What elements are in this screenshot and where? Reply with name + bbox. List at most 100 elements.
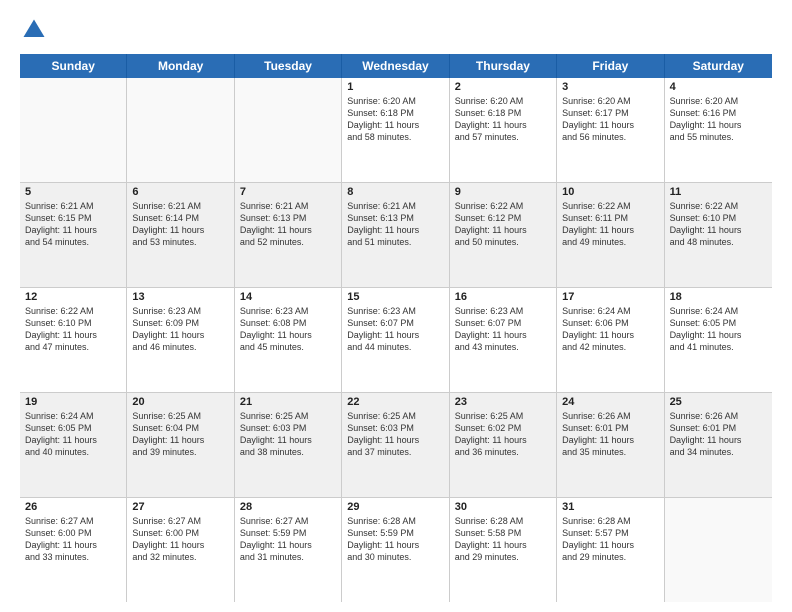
cell-info: Sunrise: 6:21 AMSunset: 6:15 PMDaylight:… bbox=[25, 200, 121, 249]
calendar-cell: 31 Sunrise: 6:28 AMSunset: 5:57 PMDayligh… bbox=[557, 498, 664, 602]
calendar-cell: 10 Sunrise: 6:22 AMSunset: 6:11 PMDayligh… bbox=[557, 183, 664, 287]
cell-info: Sunrise: 6:25 AMSunset: 6:03 PMDaylight:… bbox=[347, 410, 443, 459]
calendar-cell: 17Sunrise: 6:24 AMSunset: 6:06 PMDayligh… bbox=[557, 288, 664, 392]
cell-info: Sunrise: 6:21 AMSunset: 6:14 PMDaylight:… bbox=[132, 200, 228, 249]
calendar-cell: 25 Sunrise: 6:26 AMSunset: 6:01 PMDayligh… bbox=[665, 393, 772, 497]
calendar-cell: 11 Sunrise: 6:22 AMSunset: 6:10 PMDayligh… bbox=[665, 183, 772, 287]
calendar-cell: 6 Sunrise: 6:21 AMSunset: 6:14 PMDaylight… bbox=[127, 183, 234, 287]
day-number: 11 bbox=[670, 186, 767, 198]
cell-info: Sunrise: 6:28 AMSunset: 5:57 PMDaylight:… bbox=[562, 515, 658, 564]
logo-icon bbox=[20, 16, 48, 44]
cell-info: Sunrise: 6:28 AMSunset: 5:59 PMDaylight:… bbox=[347, 515, 443, 564]
calendar-week-2: 5 Sunrise: 6:21 AMSunset: 6:15 PMDaylight… bbox=[20, 183, 772, 288]
day-number: 22 bbox=[347, 396, 443, 408]
day-number: 31 bbox=[562, 501, 658, 513]
calendar-cell: 24 Sunrise: 6:26 AMSunset: 6:01 PMDayligh… bbox=[557, 393, 664, 497]
day-number: 25 bbox=[670, 396, 767, 408]
calendar-cell: 21 Sunrise: 6:25 AMSunset: 6:03 PMDayligh… bbox=[235, 393, 342, 497]
header-day-sunday: Sunday bbox=[20, 54, 127, 78]
calendar-cell: 8Sunrise: 6:21 AMSunset: 6:13 PMDaylight… bbox=[342, 183, 449, 287]
day-number: 20 bbox=[132, 396, 228, 408]
day-number: 12 bbox=[25, 291, 121, 303]
calendar-week-3: 12Sunrise: 6:22 AMSunset: 6:10 PMDayligh… bbox=[20, 288, 772, 393]
page: SundayMondayTuesdayWednesdayThursdayFrid… bbox=[0, 0, 792, 612]
cell-info: Sunrise: 6:21 AMSunset: 6:13 PMDaylight:… bbox=[347, 200, 443, 249]
cell-info: Sunrise: 6:23 AMSunset: 6:09 PMDaylight:… bbox=[132, 305, 228, 354]
calendar-cell: 28 Sunrise: 6:27 AMSunset: 5:59 PMDayligh… bbox=[235, 498, 342, 602]
day-number: 24 bbox=[562, 396, 658, 408]
calendar-cell bbox=[20, 78, 127, 182]
day-number: 3 bbox=[562, 81, 658, 93]
calendar-cell: 3 Sunrise: 6:20 AMSunset: 6:17 PMDaylight… bbox=[557, 78, 664, 182]
cell-info: Sunrise: 6:23 AMSunset: 6:08 PMDaylight:… bbox=[240, 305, 336, 354]
day-number: 1 bbox=[347, 81, 443, 93]
cell-info: Sunrise: 6:20 AMSunset: 6:16 PMDaylight:… bbox=[670, 95, 767, 144]
calendar-cell: 4 Sunrise: 6:20 AMSunset: 6:16 PMDaylight… bbox=[665, 78, 772, 182]
calendar-cell: 27 Sunrise: 6:27 AMSunset: 6:00 PMDayligh… bbox=[127, 498, 234, 602]
day-number: 4 bbox=[670, 81, 767, 93]
calendar-cell: 26Sunrise: 6:27 AMSunset: 6:00 PMDayligh… bbox=[20, 498, 127, 602]
day-number: 2 bbox=[455, 81, 551, 93]
day-number: 15 bbox=[347, 291, 443, 303]
calendar-cell: 14 Sunrise: 6:23 AMSunset: 6:08 PMDayligh… bbox=[235, 288, 342, 392]
day-number: 29 bbox=[347, 501, 443, 513]
day-number: 17 bbox=[562, 291, 658, 303]
day-number: 19 bbox=[25, 396, 121, 408]
header-day-thursday: Thursday bbox=[450, 54, 557, 78]
cell-info: Sunrise: 6:25 AMSunset: 6:03 PMDaylight:… bbox=[240, 410, 336, 459]
calendar-cell: 16 Sunrise: 6:23 AMSunset: 6:07 PMDayligh… bbox=[450, 288, 557, 392]
cell-info: Sunrise: 6:28 AMSunset: 5:58 PMDaylight:… bbox=[455, 515, 551, 564]
header bbox=[20, 16, 772, 44]
cell-info: Sunrise: 6:26 AMSunset: 6:01 PMDaylight:… bbox=[670, 410, 767, 459]
header-day-friday: Friday bbox=[557, 54, 664, 78]
day-number: 10 bbox=[562, 186, 658, 198]
calendar-cell: 9 Sunrise: 6:22 AMSunset: 6:12 PMDaylight… bbox=[450, 183, 557, 287]
calendar-header: SundayMondayTuesdayWednesdayThursdayFrid… bbox=[20, 54, 772, 78]
cell-info: Sunrise: 6:20 AMSunset: 6:17 PMDaylight:… bbox=[562, 95, 658, 144]
day-number: 28 bbox=[240, 501, 336, 513]
calendar-cell: 30 Sunrise: 6:28 AMSunset: 5:58 PMDayligh… bbox=[450, 498, 557, 602]
day-number: 7 bbox=[240, 186, 336, 198]
cell-info: Sunrise: 6:23 AMSunset: 6:07 PMDaylight:… bbox=[347, 305, 443, 354]
cell-info: Sunrise: 6:20 AMSunset: 6:18 PMDaylight:… bbox=[455, 95, 551, 144]
cell-info: Sunrise: 6:23 AMSunset: 6:07 PMDaylight:… bbox=[455, 305, 551, 354]
calendar-cell: 1 Sunrise: 6:20 AMSunset: 6:18 PMDaylight… bbox=[342, 78, 449, 182]
cell-info: Sunrise: 6:22 AMSunset: 6:11 PMDaylight:… bbox=[562, 200, 658, 249]
calendar-cell bbox=[127, 78, 234, 182]
day-number: 5 bbox=[25, 186, 121, 198]
calendar-cell: 23 Sunrise: 6:25 AMSunset: 6:02 PMDayligh… bbox=[450, 393, 557, 497]
cell-info: Sunrise: 6:27 AMSunset: 6:00 PMDaylight:… bbox=[132, 515, 228, 564]
day-number: 9 bbox=[455, 186, 551, 198]
day-number: 27 bbox=[132, 501, 228, 513]
cell-info: Sunrise: 6:20 AMSunset: 6:18 PMDaylight:… bbox=[347, 95, 443, 144]
cell-info: Sunrise: 6:25 AMSunset: 6:02 PMDaylight:… bbox=[455, 410, 551, 459]
calendar-cell: 20 Sunrise: 6:25 AMSunset: 6:04 PMDayligh… bbox=[127, 393, 234, 497]
calendar-cell: 13Sunrise: 6:23 AMSunset: 6:09 PMDayligh… bbox=[127, 288, 234, 392]
day-number: 30 bbox=[455, 501, 551, 513]
header-day-monday: Monday bbox=[127, 54, 234, 78]
cell-info: Sunrise: 6:22 AMSunset: 6:12 PMDaylight:… bbox=[455, 200, 551, 249]
calendar-cell: 19 Sunrise: 6:24 AMSunset: 6:05 PMDayligh… bbox=[20, 393, 127, 497]
cell-info: Sunrise: 6:27 AMSunset: 5:59 PMDaylight:… bbox=[240, 515, 336, 564]
cell-info: Sunrise: 6:21 AMSunset: 6:13 PMDaylight:… bbox=[240, 200, 336, 249]
calendar-week-5: 26Sunrise: 6:27 AMSunset: 6:00 PMDayligh… bbox=[20, 498, 772, 602]
cell-info: Sunrise: 6:27 AMSunset: 6:00 PMDaylight:… bbox=[25, 515, 121, 564]
cell-info: Sunrise: 6:25 AMSunset: 6:04 PMDaylight:… bbox=[132, 410, 228, 459]
calendar-cell: 2 Sunrise: 6:20 AMSunset: 6:18 PMDaylight… bbox=[450, 78, 557, 182]
day-number: 14 bbox=[240, 291, 336, 303]
day-number: 21 bbox=[240, 396, 336, 408]
logo bbox=[20, 16, 52, 44]
calendar-cell bbox=[235, 78, 342, 182]
day-number: 18 bbox=[670, 291, 767, 303]
calendar-week-4: 19 Sunrise: 6:24 AMSunset: 6:05 PMDayligh… bbox=[20, 393, 772, 498]
day-number: 6 bbox=[132, 186, 228, 198]
header-day-saturday: Saturday bbox=[665, 54, 772, 78]
day-number: 16 bbox=[455, 291, 551, 303]
calendar-cell: 5 Sunrise: 6:21 AMSunset: 6:15 PMDaylight… bbox=[20, 183, 127, 287]
cell-info: Sunrise: 6:24 AMSunset: 6:05 PMDaylight:… bbox=[25, 410, 121, 459]
calendar-cell: 29 Sunrise: 6:28 AMSunset: 5:59 PMDayligh… bbox=[342, 498, 449, 602]
day-number: 23 bbox=[455, 396, 551, 408]
cell-info: Sunrise: 6:22 AMSunset: 6:10 PMDaylight:… bbox=[670, 200, 767, 249]
cell-info: Sunrise: 6:26 AMSunset: 6:01 PMDaylight:… bbox=[562, 410, 658, 459]
calendar-week-1: 1 Sunrise: 6:20 AMSunset: 6:18 PMDaylight… bbox=[20, 78, 772, 183]
